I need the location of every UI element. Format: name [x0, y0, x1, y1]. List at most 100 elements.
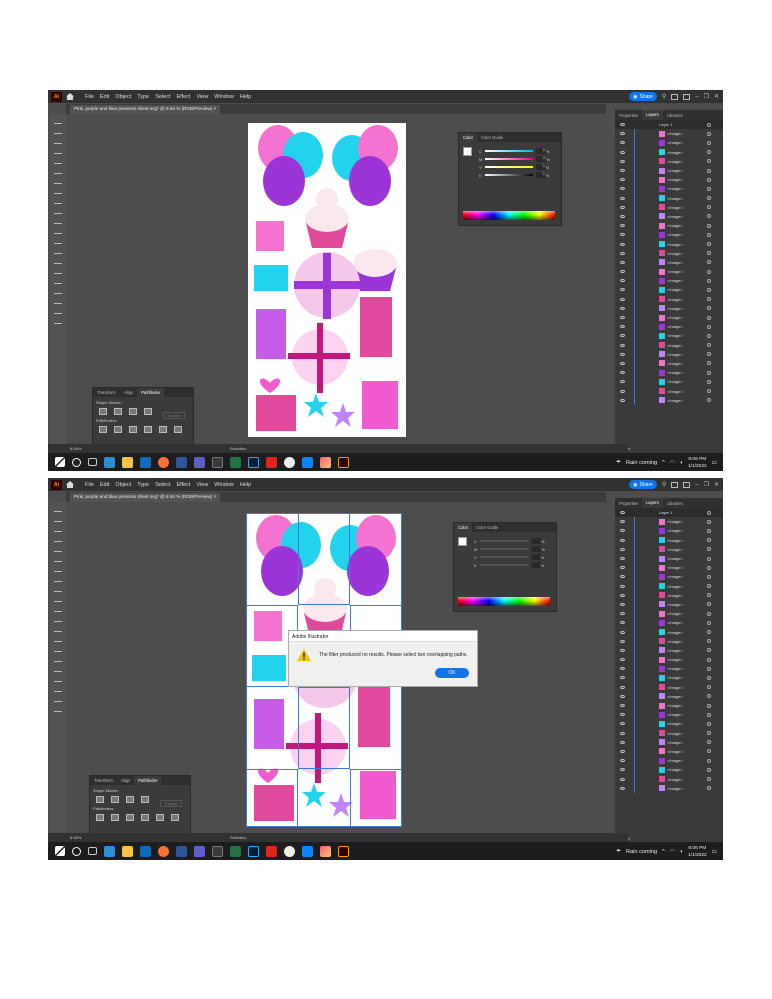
target-icon[interactable]	[707, 131, 711, 136]
eyedropper-tool-icon[interactable]	[54, 616, 62, 622]
trim-icon[interactable]	[111, 814, 119, 821]
excel-icon[interactable]	[230, 456, 241, 468]
layer-item-row[interactable]: <Image>	[615, 221, 723, 231]
layer-item-name[interactable]: <Image>	[667, 639, 683, 644]
visibility-icon[interactable]	[620, 713, 625, 717]
outlook-icon[interactable]	[140, 456, 151, 468]
target-icon[interactable]	[707, 574, 711, 579]
layer-item-name[interactable]: <Image>	[667, 370, 683, 375]
pen-app-icon[interactable]	[284, 845, 295, 857]
layer-item-row[interactable]: <Image>	[615, 147, 723, 157]
current-tool[interactable]: Selection	[230, 446, 246, 451]
visibility-icon[interactable]	[620, 214, 625, 218]
unite-icon[interactable]	[99, 408, 107, 415]
menu-edit[interactable]: Edit	[100, 482, 109, 488]
weather-app-icon[interactable]	[104, 845, 115, 857]
layer-item-name[interactable]: <Image>	[667, 251, 683, 256]
visibility-icon[interactable]	[620, 371, 625, 375]
layer-item-name[interactable]: <Image>	[667, 260, 683, 265]
volume-icon[interactable]: ◖	[680, 849, 683, 855]
restore-icon[interactable]: ❐	[704, 93, 709, 100]
visibility-icon[interactable]	[620, 667, 625, 671]
target-icon[interactable]	[707, 519, 711, 524]
target-icon[interactable]	[707, 556, 711, 561]
target-icon[interactable]	[707, 584, 711, 589]
whiteboard-icon[interactable]	[302, 456, 313, 468]
layer-item-name[interactable]: <Image>	[667, 315, 683, 320]
slider-c[interactable]	[479, 540, 528, 542]
menu-view[interactable]: View	[196, 482, 208, 488]
visibility-icon[interactable]	[620, 630, 625, 634]
search-icon[interactable]: ⚲	[662, 481, 666, 488]
excel-icon[interactable]	[230, 845, 241, 857]
layer-item-name[interactable]: <Image>	[667, 223, 683, 228]
pen-app-icon[interactable]	[284, 456, 295, 468]
tab-pathfinder[interactable]: Pathfinder	[134, 776, 162, 785]
layer-item-row[interactable]: <Image>	[615, 517, 723, 527]
layer-item-row[interactable]: <Image>	[615, 746, 723, 757]
layer-item-name[interactable]: <Image>	[667, 343, 683, 348]
target-icon[interactable]	[707, 740, 711, 745]
layer-item-row[interactable]: <Image>	[615, 276, 723, 286]
layer-item-name[interactable]: <Image>	[667, 361, 683, 366]
layer-item-row[interactable]: <Image>	[615, 239, 723, 249]
tab-properties[interactable]: Properties	[615, 113, 642, 118]
document-tab[interactable]: Pink, purple and blue presents sheet.svg…	[70, 493, 221, 502]
menu-window[interactable]: Window	[214, 94, 234, 100]
layer-item-name[interactable]: <Image>	[667, 657, 683, 662]
fill-stroke-swatch[interactable]	[463, 147, 472, 156]
layer-item-row[interactable]: <Image>	[615, 349, 723, 359]
layer-item-name[interactable]: <Image>	[667, 611, 683, 616]
artboard[interactable]	[248, 123, 406, 437]
visibility-icon[interactable]	[620, 233, 625, 237]
menu-select[interactable]: Select	[155, 482, 170, 488]
target-icon[interactable]	[707, 140, 711, 145]
layer-item-row[interactable]: <Image>	[615, 590, 723, 600]
home-icon[interactable]	[65, 92, 75, 101]
layer-item-row[interactable]: <Image>	[615, 655, 723, 665]
exclude-icon[interactable]	[144, 408, 152, 415]
close-window-icon[interactable]: ✕	[714, 93, 719, 100]
visibility-icon[interactable]	[620, 316, 625, 320]
visibility-icon[interactable]	[620, 602, 625, 606]
layer-item-name[interactable]: <Image>	[667, 666, 683, 671]
layer-item-name[interactable]: <Image>	[667, 712, 683, 717]
visibility-icon[interactable]	[620, 768, 625, 772]
visibility-icon[interactable]	[620, 575, 625, 579]
slider-k[interactable]	[484, 174, 533, 176]
value-k[interactable]	[530, 562, 541, 568]
target-icon[interactable]	[707, 297, 711, 302]
expand-button[interactable]: Expand	[160, 800, 182, 807]
menu-object[interactable]: Object	[115, 94, 131, 100]
layer-item-name[interactable]: <Image>	[667, 287, 683, 292]
weather-text[interactable]: Rain coming	[626, 460, 657, 466]
visibility-icon[interactable]	[620, 260, 625, 264]
visibility-icon[interactable]	[620, 361, 625, 365]
visibility-icon[interactable]	[620, 612, 625, 616]
zoom-tool-icon[interactable]	[54, 278, 62, 284]
layer-item-name[interactable]: <Image>	[667, 150, 683, 155]
paintbrush-tool-icon[interactable]	[54, 556, 62, 562]
layer-item-name[interactable]: <Image>	[667, 214, 683, 219]
target-icon[interactable]	[707, 269, 711, 274]
visibility-icon[interactable]	[620, 520, 625, 524]
layer-item-row[interactable]: <Image>	[615, 156, 723, 166]
visibility-icon[interactable]	[620, 759, 625, 763]
target-icon[interactable]	[707, 639, 711, 644]
visibility-icon[interactable]	[620, 389, 625, 393]
value-y[interactable]: 0	[535, 164, 546, 170]
tab-libraries[interactable]: Libraries	[663, 113, 687, 118]
acrobat-icon[interactable]	[266, 845, 277, 857]
layer-item-name[interactable]: <Image>	[667, 379, 683, 384]
layer-item-name[interactable]: <Image>	[667, 168, 683, 173]
layer-item-name[interactable]: <Image>	[667, 648, 683, 653]
menu-object[interactable]: Object	[115, 482, 131, 488]
target-icon[interactable]	[707, 538, 711, 543]
target-icon[interactable]	[707, 731, 711, 736]
target-icon[interactable]	[707, 389, 711, 394]
layer-item-row[interactable]: <Image>	[615, 774, 723, 784]
network-icon[interactable]: ◠	[670, 460, 675, 466]
layer-item-row[interactable]: <Image>	[615, 691, 723, 701]
drawing-mode-icon[interactable]	[54, 298, 62, 304]
share-button[interactable]: ◉ Share	[629, 92, 657, 101]
